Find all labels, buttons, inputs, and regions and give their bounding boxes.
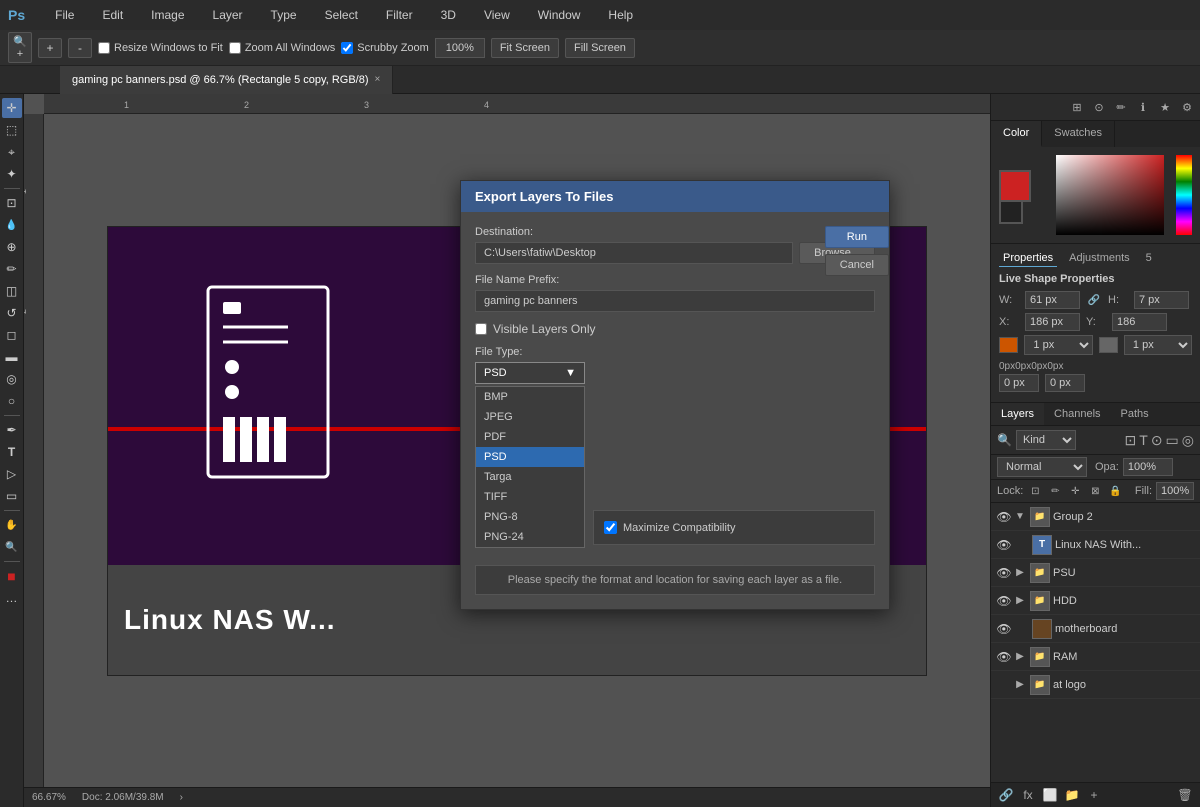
dialog-overlay: Export Layers To Files Destination: Brow… — [0, 0, 1200, 807]
dialog-action-buttons: Run Cancel — [825, 226, 889, 276]
dialog-status-text: Please specify the format and location f… — [508, 574, 842, 586]
destination-row: Browse... — [475, 242, 875, 264]
maximize-compat-label[interactable]: Maximize Compatibility — [604, 521, 864, 534]
option-bmp[interactable]: BMP — [476, 387, 584, 407]
option-jpeg[interactable]: JPEG — [476, 407, 584, 427]
option-tiff[interactable]: TIFF — [476, 487, 584, 507]
file-name-prefix-label: File Name Prefix: — [475, 274, 875, 286]
file-type-label: File Type: — [475, 346, 875, 358]
visible-layers-label: Visible Layers Only — [493, 322, 596, 336]
dialog-title-text: Export Layers To Files — [475, 189, 613, 204]
option-targa[interactable]: Targa — [476, 467, 584, 487]
option-png24[interactable]: PNG-24 — [476, 527, 584, 547]
destination-label: Destination: — [475, 226, 875, 238]
maximize-compat-checkbox[interactable] — [604, 521, 617, 534]
file-name-prefix-input[interactable] — [475, 290, 875, 312]
destination-input[interactable] — [475, 242, 793, 264]
visible-layers-checkbox[interactable] — [475, 323, 487, 335]
file-type-select[interactable]: PSD ▼ — [475, 362, 585, 384]
dialog-body: Destination: Browse... File Name Prefix:… — [461, 212, 889, 609]
destination-field: Destination: Browse... — [475, 226, 875, 264]
psd-compat-box: Maximize Compatibility — [593, 510, 875, 545]
export-layers-dialog: Export Layers To Files Destination: Brow… — [460, 180, 890, 610]
file-name-prefix-field: File Name Prefix: — [475, 274, 875, 312]
option-psd[interactable]: PSD — [476, 447, 584, 467]
visible-layers-row: Visible Layers Only — [475, 322, 875, 336]
file-type-dropdown: BMP JPEG PDF PSD Targa TIFF PNG-8 PNG-24 — [475, 386, 585, 548]
file-type-container: PSD ▼ BMP JPEG PDF PSD Targa TIFF PNG-8 — [475, 362, 585, 384]
run-button[interactable]: Run — [825, 226, 889, 248]
cancel-button[interactable]: Cancel — [825, 254, 889, 276]
option-png8[interactable]: PNG-8 — [476, 507, 584, 527]
psd-options-area: Maximize Compatibility — [593, 362, 875, 555]
dialog-title-bar: Export Layers To Files — [461, 181, 889, 212]
file-type-field: File Type: PSD ▼ BMP JPEG PDF PSD — [475, 346, 875, 555]
option-pdf[interactable]: PDF — [476, 427, 584, 447]
dialog-status-bar: Please specify the format and location f… — [475, 565, 875, 595]
